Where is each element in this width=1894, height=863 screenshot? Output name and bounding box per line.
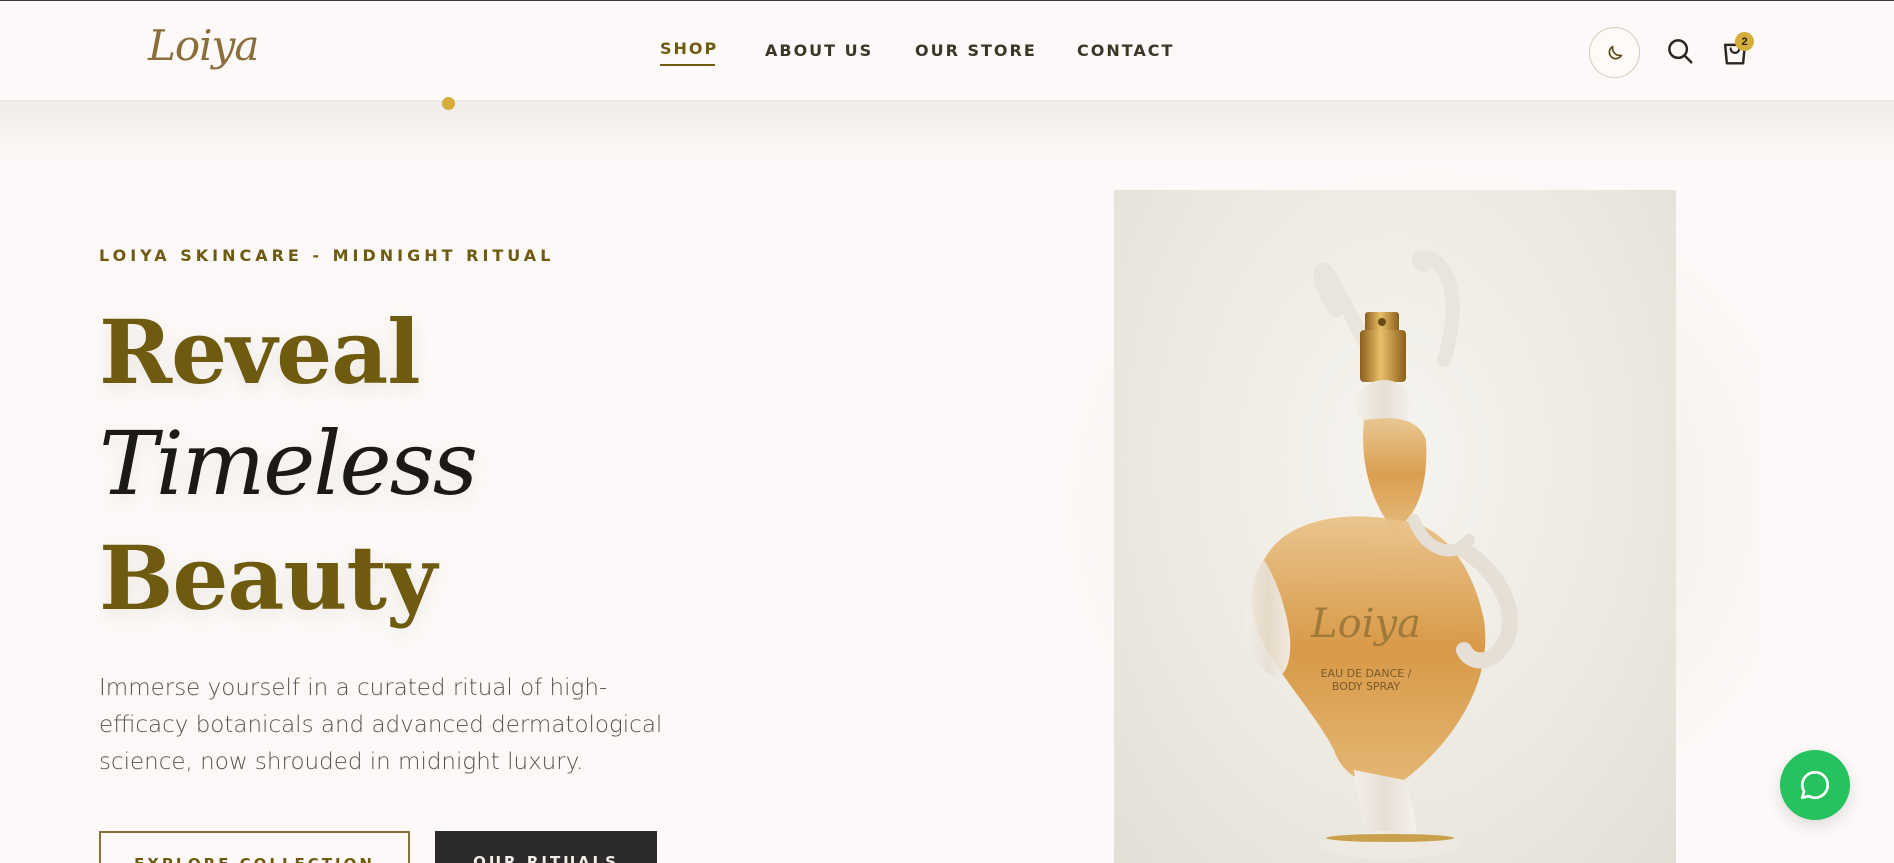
bottle-label-logo: Loiya — [1310, 601, 1421, 647]
hero-headline-line3: Beauty — [99, 526, 437, 630]
nav-about-us[interactable]: ABOUT US — [765, 41, 873, 60]
hero-product-image: Loiya EAU DE DANCE / BODY SPRAY — [1114, 190, 1676, 863]
bottle-label-line1: EAU DE DANCE / — [1321, 667, 1412, 680]
our-rituals-button[interactable]: OUR RITUALS — [435, 831, 657, 863]
scroll-indicator-dot — [442, 97, 455, 110]
site-header: Loiya SHOP ABOUT US OUR STORE CONTACT 2 — [0, 1, 1894, 101]
search-button[interactable] — [1664, 35, 1696, 67]
moon-icon — [1608, 45, 1622, 59]
chat-icon — [1800, 770, 1830, 800]
nav-active-underline — [660, 64, 715, 66]
nav-our-store[interactable]: OUR STORE — [915, 41, 1037, 60]
nav-contact[interactable]: CONTACT — [1077, 41, 1174, 60]
explore-collection-button[interactable]: EXPLORE COLLECTION — [99, 831, 410, 863]
theme-toggle-button[interactable] — [1589, 27, 1640, 78]
hero-headline-line2: Timeless — [99, 412, 478, 515]
nav-shop[interactable]: SHOP — [660, 39, 718, 58]
brand-logo[interactable]: Loiya — [148, 21, 259, 70]
hero-description: Immerse yourself in a curated ritual of … — [99, 675, 663, 775]
hero-kicker: LOIYA SKINCARE - MIDNIGHT RITUAL — [99, 246, 555, 265]
cart-count-badge: 2 — [1735, 32, 1754, 51]
perfume-bottle-illustration: Loiya EAU DE DANCE / BODY SPRAY — [1245, 249, 1518, 859]
chat-button[interactable] — [1780, 750, 1850, 820]
bottle-label-line2: BODY SPRAY — [1332, 680, 1401, 693]
hero-headline-line1: Reveal — [99, 300, 421, 404]
search-icon — [1668, 39, 1693, 64]
